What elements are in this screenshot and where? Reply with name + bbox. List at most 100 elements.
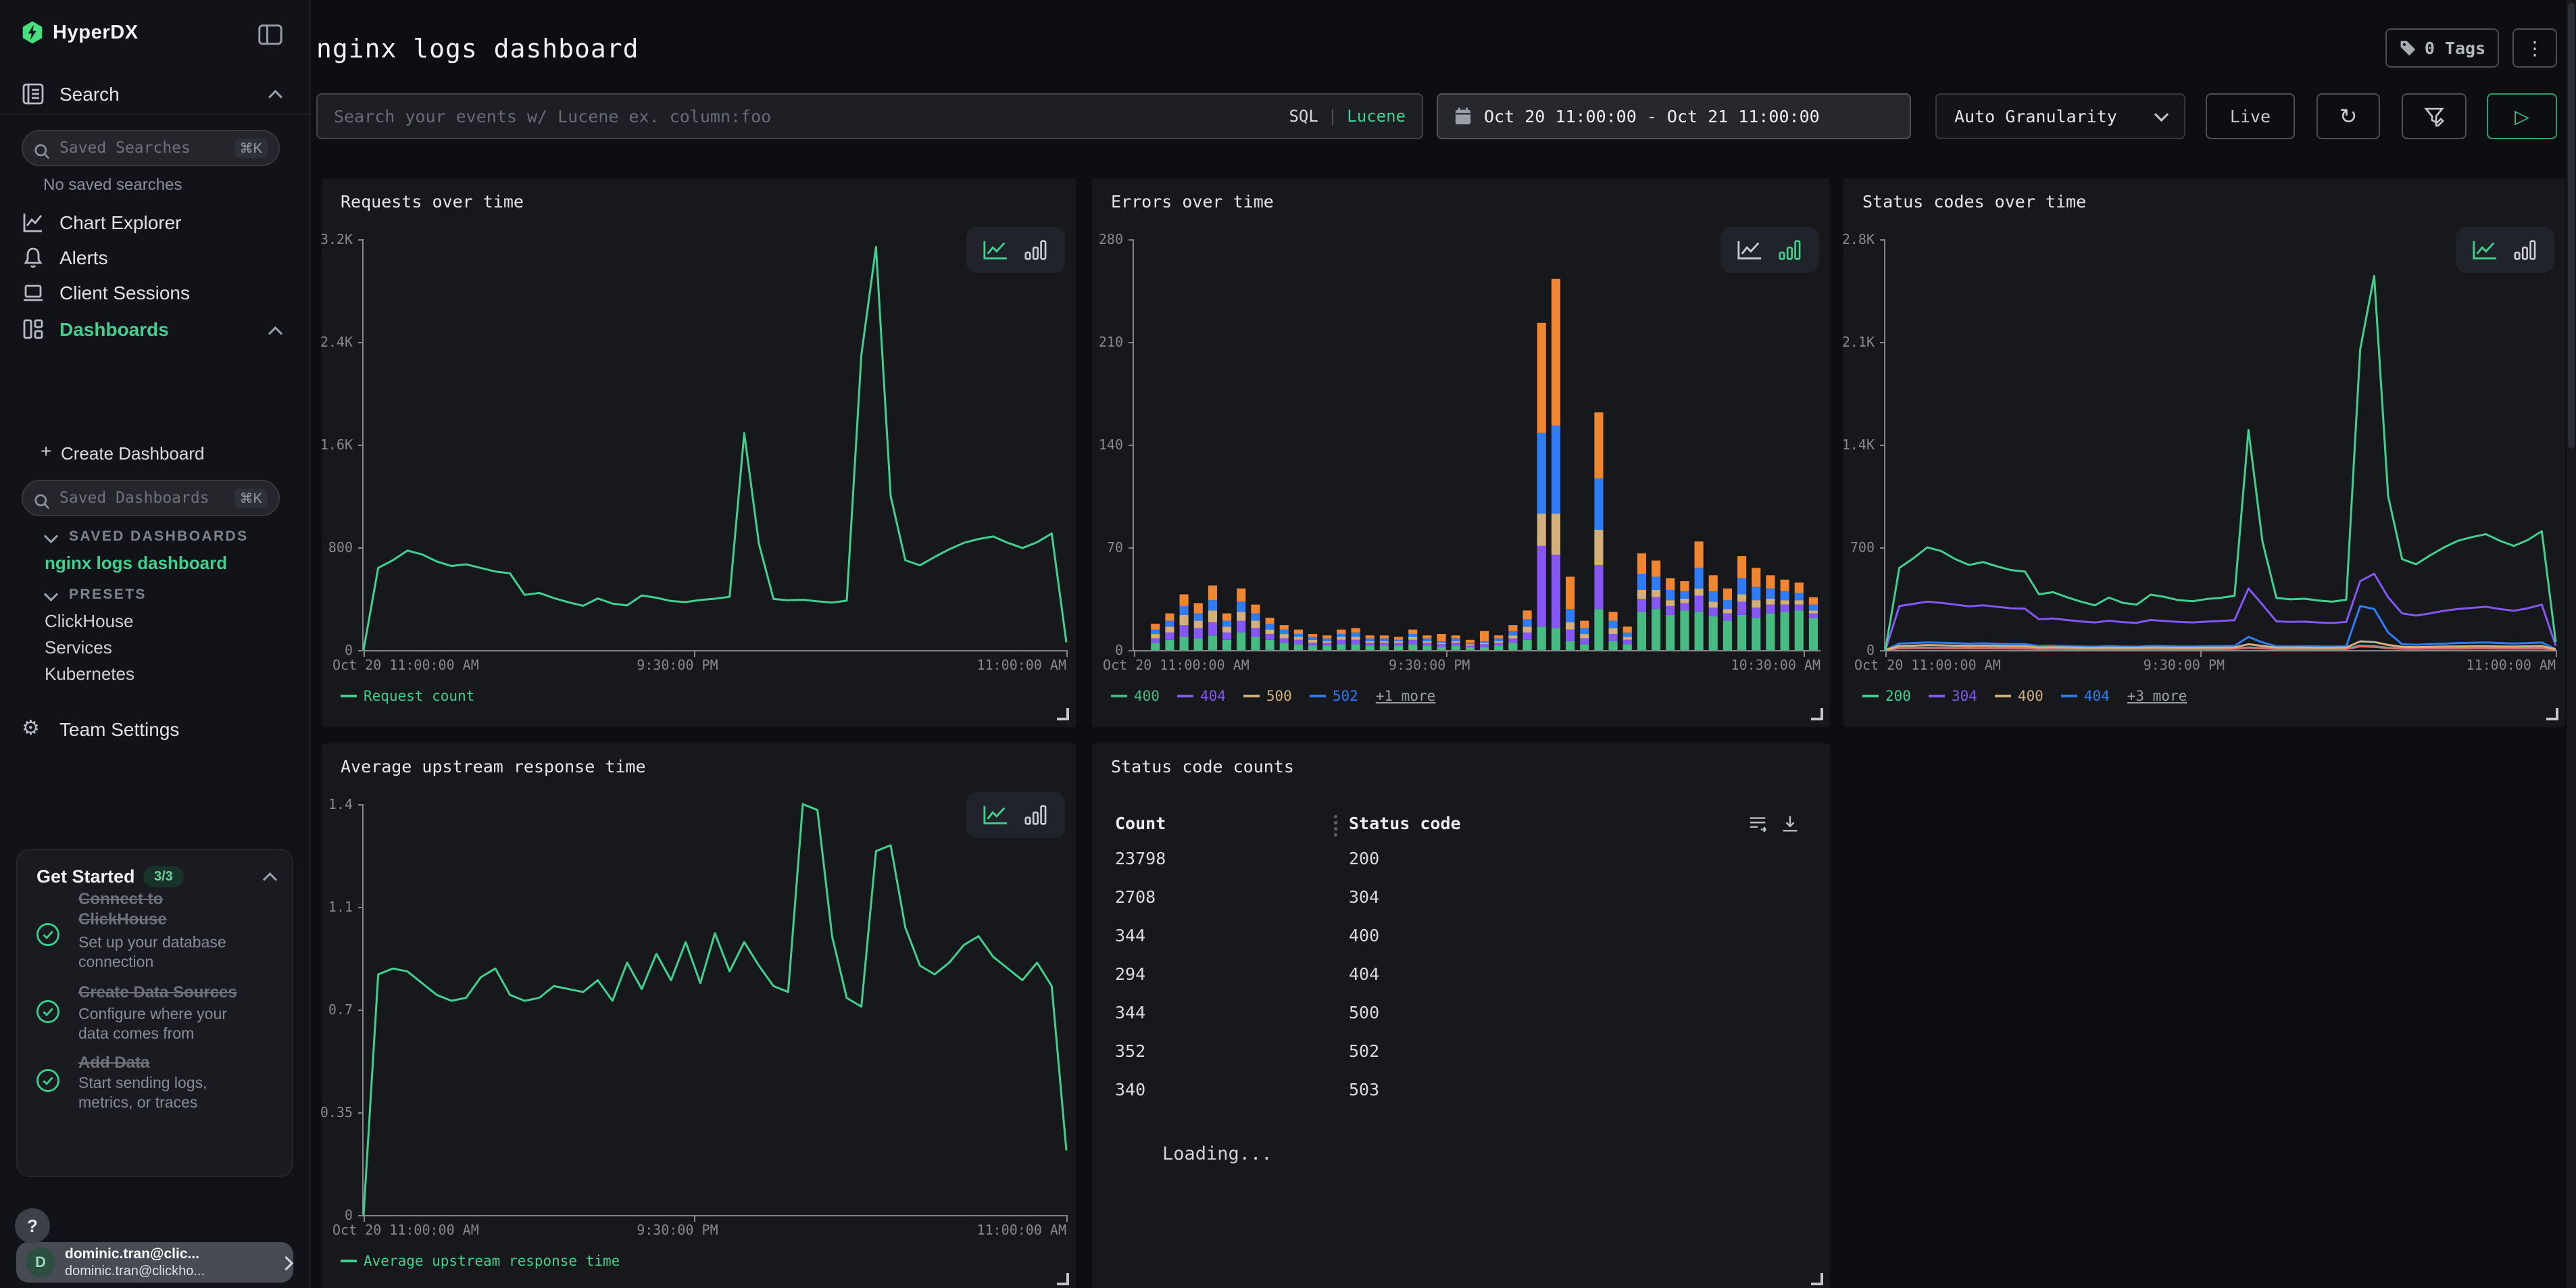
bar-segment-503 [1222,614,1231,621]
sidebar-collapse-icon[interactable] [258,24,282,46]
table-row[interactable]: 344400 [1092,926,1830,964]
bar-segment-500 [1380,641,1389,643]
saved-dashboards-input[interactable]: Saved Dashboards ⌘K [22,480,280,516]
presets-group[interactable]: PRESETS [0,584,309,608]
legend-item[interactable]: 404 [1177,688,1226,704]
event-search-input[interactable]: Search your events w/ Lucene ex. column:… [316,93,1423,139]
run-query-button[interactable]: ▷ [2487,93,2557,139]
vertical-scrollbar[interactable] [2567,0,2576,1288]
table-row[interactable]: 2708304 [1092,887,1830,926]
x-axis-tick-label: Oct 20 11:00:00 AM [1854,657,2001,673]
get-started-step-title[interactable]: Add Data [78,1053,251,1073]
legend-more-link[interactable]: +3 more [2127,688,2187,704]
refresh-button[interactable]: ↻ [2317,93,2380,139]
y-axis-tick-label: 1.4 [328,796,353,812]
panel-resize-handle[interactable] [1811,1273,1823,1285]
y-axis-tick [1880,650,1885,651]
sidebar-item-services[interactable]: Services [45,637,112,658]
get-started-step-subtitle: Configure where your data comes from [78,1004,254,1043]
live-button[interactable]: Live [2206,93,2295,139]
bar-segment-502 [1222,621,1231,627]
bar-segment-400 [1737,615,1746,650]
legend-item[interactable]: 404 [2061,688,2110,704]
y-axis-tick [358,650,364,651]
legend-item[interactable]: 400 [1995,688,2044,704]
download-icon[interactable] [1780,814,1800,839]
column-header-count[interactable]: Count [1115,814,1166,833]
legend-item[interactable]: 500 [1243,688,1292,704]
bar-segment-400 [1266,640,1274,650]
create-dashboard-button[interactable]: + Create Dashboard [0,439,309,469]
x-axis-tick-label: 10:30:00 AM [1731,657,1820,673]
x-axis-tick-label: 11:00:00 AM [977,657,1066,673]
sidebar-item-kubernetes[interactable]: Kubernetes [45,664,134,685]
sidebar-item-client-sessions[interactable]: Client Sessions [0,278,309,311]
legend-more-link[interactable]: +1 more [1376,688,1436,704]
bar-segment-404 [1380,643,1389,645]
legend-label: 500 [1266,688,1292,704]
bar-segment-502 [1795,593,1804,600]
bar-segment-503 [1709,575,1718,591]
bar-segment-502 [1165,621,1174,627]
bar-segment-404 [1709,608,1718,616]
user-account-bar[interactable]: D dominic.tran@clic... dominic.tran@clic… [16,1242,293,1283]
table-row[interactable]: 340503 [1092,1080,1830,1118]
granularity-select[interactable]: Auto Granularity [1935,93,2185,139]
sidebar-item-nginx-logs-dashboard[interactable]: nginx logs dashboard [45,553,227,574]
column-drag-handle[interactable] [1334,815,1337,837]
chevron-up-icon[interactable] [263,872,277,887]
panel-resize-handle[interactable] [1811,708,1823,720]
panel-resize-handle[interactable] [2546,708,2558,720]
legend-item[interactable]: 200 [1862,688,1911,704]
legend-item[interactable]: Average upstream response time [341,1253,620,1269]
table-row[interactable]: 294404 [1092,964,1830,1003]
get-started-step-title[interactable]: Connect to ClickHouse [78,889,251,930]
panel-resize-handle[interactable] [1057,1273,1069,1285]
legend-item[interactable]: 502 [1310,688,1358,704]
brand-name: HyperDX [53,22,139,44]
bar-segment-503 [1781,580,1789,591]
sql-toggle[interactable]: SQL [1289,107,1318,126]
bar-segment-400 [1809,618,1818,650]
legend-item[interactable]: 304 [1929,688,1977,704]
y-axis-tick [358,547,364,549]
sidebar-item-chart-explorer[interactable]: Chart Explorer [0,208,309,241]
bar-segment-503 [1652,561,1660,577]
legend-item[interactable]: 400 [1111,688,1160,704]
search-icon [34,140,50,156]
bar-segment-400 [1781,612,1789,650]
filter-button[interactable] [2402,93,2467,139]
bar-segment-503 [1494,635,1503,638]
kebab-menu-button[interactable]: ⋮ [2512,28,2557,68]
bar-segment-400 [1709,616,1718,650]
legend-color-dash [1243,695,1260,697]
bar-segment-503 [1266,618,1274,624]
table-row[interactable]: 352502 [1092,1041,1830,1080]
sidebar-item-label: Dashboards [59,319,169,341]
get-started-card: Get Started 3/3 Connect to ClickHouse Se… [16,849,293,1177]
sidebar-item-clickhouse[interactable]: ClickHouse [45,611,134,632]
bar-segment-503 [1795,583,1804,593]
wrap-text-icon[interactable] [1748,814,1768,839]
bar-segment-400 [1666,615,1675,650]
panel-resize-handle[interactable] [1057,708,1069,720]
time-range-picker[interactable]: Oct 20 11:00:00 - Oct 21 11:00:00 [1437,93,1911,139]
column-header-status-code[interactable]: Status code [1349,814,1461,833]
sidebar-item-search[interactable]: Search [0,78,309,114]
tags-button[interactable]: 0 Tags [2385,28,2499,68]
saved-dashboards-group[interactable]: SAVED DASHBOARDS [0,526,309,550]
panel-status-code-counts: Status code counts Count Status code 237… [1092,743,1830,1288]
table-row[interactable]: 23798200 [1092,849,1830,887]
table-row[interactable]: 344500 [1092,1003,1830,1041]
scrollbar-thumb[interactable] [2568,3,2575,449]
help-button[interactable]: ? [15,1208,50,1243]
sidebar-item-dashboards[interactable]: Dashboards [0,315,309,347]
saved-searches-input[interactable]: Saved Searches ⌘K [22,130,280,166]
bar-segment-502 [1408,634,1417,637]
lucene-toggle[interactable]: Lucene [1347,107,1406,126]
get-started-step-title[interactable]: Create Data Sources [78,983,251,1003]
sidebar-item-alerts[interactable]: Alerts [0,243,309,276]
x-axis-tick [1446,650,1447,657]
legend-item[interactable]: Request count [341,688,474,704]
sidebar-item-team-settings[interactable]: ⚙ Team Settings [0,715,309,747]
